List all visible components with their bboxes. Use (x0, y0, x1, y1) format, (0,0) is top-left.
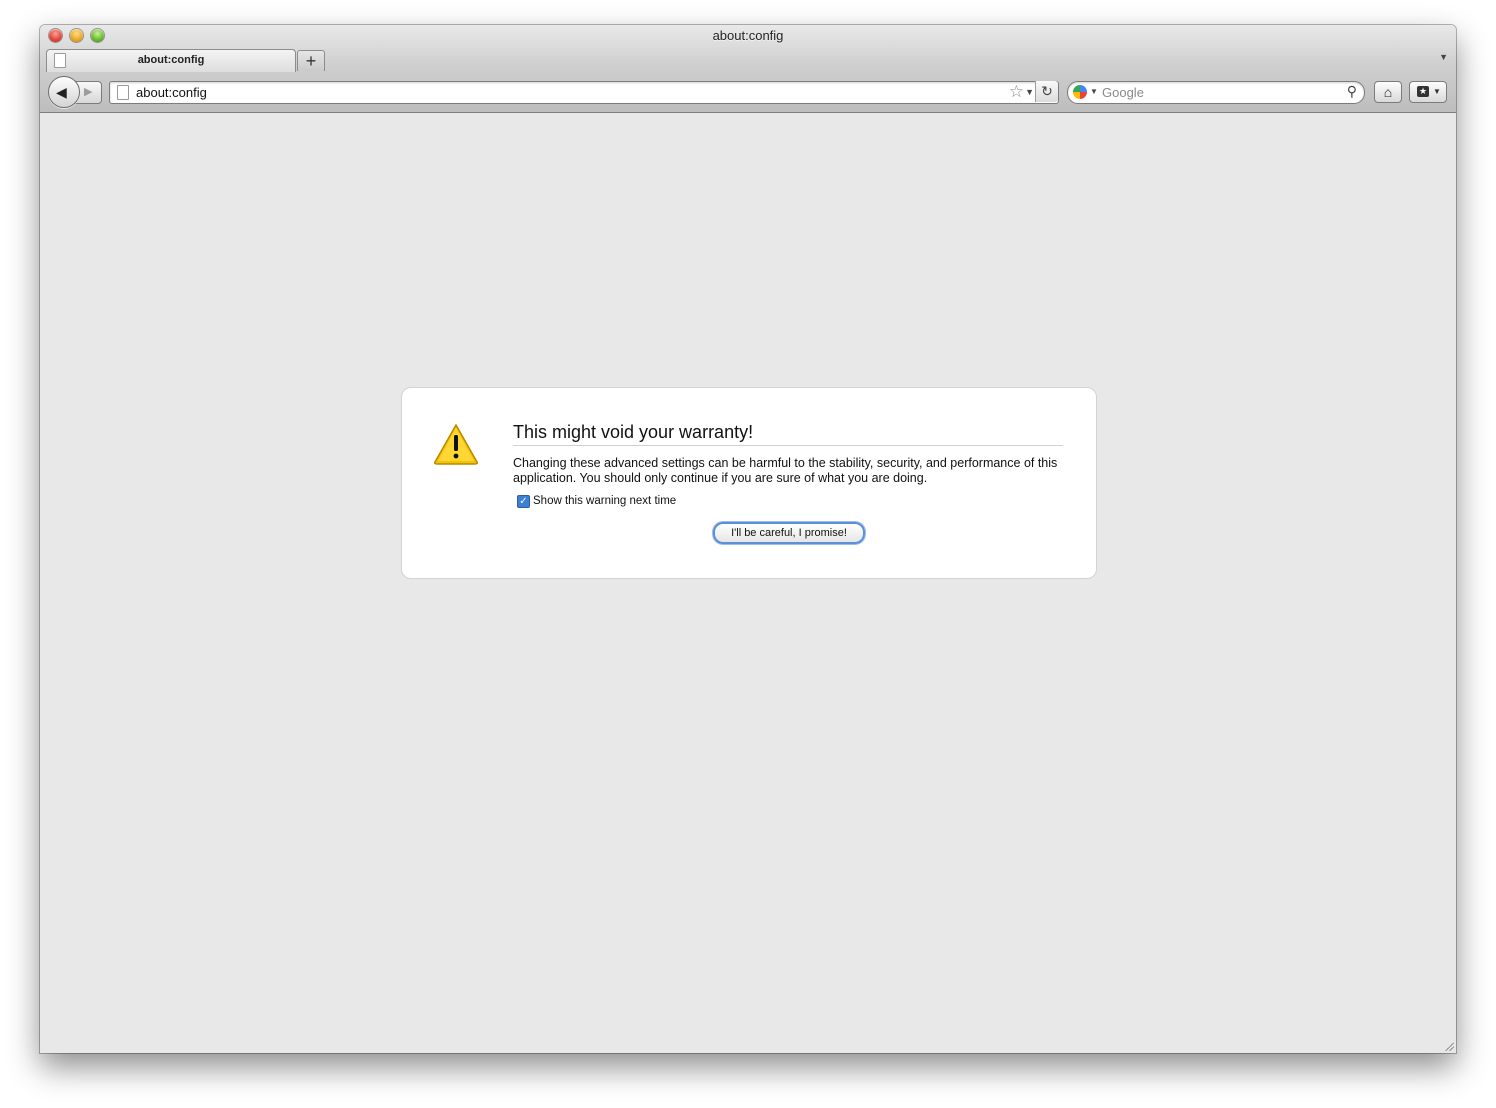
search-engine-dropdown-icon[interactable]: ▼ (1090, 87, 1098, 96)
bookmarks-menu-button[interactable]: ★ ▼ (1409, 81, 1447, 103)
home-icon: ⌂ (1383, 84, 1393, 100)
page-content: This might void your warranty! Changing … (40, 113, 1456, 1053)
bookmarks-icon: ★ (1417, 86, 1429, 97)
back-button[interactable]: ◀ (48, 76, 80, 108)
warning-icon (434, 423, 478, 465)
title-bar: about:config about:config + ▼ ▶ ◀ about:… (40, 25, 1456, 113)
browser-window: about:config about:config + ▼ ▶ ◀ about:… (40, 25, 1456, 1053)
chevron-down-icon: ▼ (1433, 87, 1441, 96)
search-input[interactable] (1102, 83, 1332, 101)
tab-about-config[interactable]: about:config (46, 49, 296, 72)
show-warning-checkbox[interactable]: ✓ (517, 495, 530, 508)
warning-description: Changing these advanced settings can be … (513, 456, 1058, 485)
page-icon (117, 85, 129, 100)
new-tab-button[interactable]: + (297, 50, 325, 71)
warning-box: This might void your warranty! Changing … (401, 387, 1097, 579)
promise-button[interactable]: I'll be careful, I promise! (713, 522, 865, 544)
home-button[interactable]: ⌂ (1374, 81, 1402, 103)
window-title: about:config (712, 28, 784, 43)
search-icon[interactable]: ⚲ (1347, 83, 1357, 100)
reload-button[interactable]: ↻ (1035, 81, 1058, 102)
warning-title: This might void your warranty! (513, 422, 1063, 446)
url-text[interactable]: about:config (136, 85, 207, 100)
search-bar[interactable]: ▼ ⚲ (1067, 81, 1365, 104)
google-icon[interactable] (1073, 85, 1087, 99)
resize-grip[interactable] (1444, 1041, 1454, 1051)
tab-label: about:config (137, 54, 205, 66)
url-bar[interactable]: about:config ☆ ▼ ↻ (109, 81, 1059, 104)
url-history-dropdown-icon[interactable]: ▼ (1025, 87, 1034, 97)
back-arrow-icon: ◀ (56, 84, 67, 100)
forward-arrow-icon: ▶ (84, 86, 93, 98)
bookmark-star-icon[interactable]: ☆ (1009, 82, 1024, 102)
show-warning-label[interactable]: Show this warning next time (533, 495, 676, 507)
tab-list-chevron-icon[interactable]: ▼ (1439, 52, 1448, 62)
